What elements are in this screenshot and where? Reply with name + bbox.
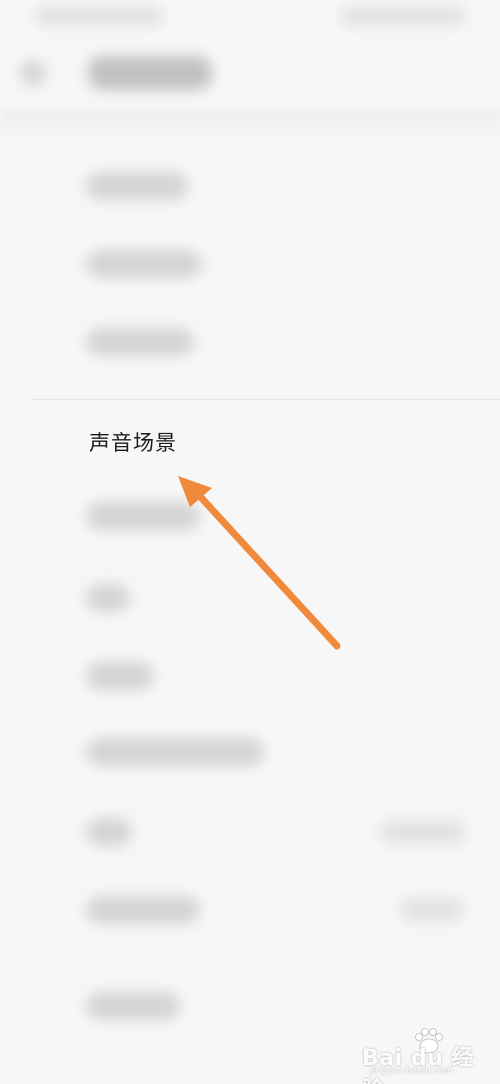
setting-row[interactable] (0, 148, 500, 226)
setting-label-blurred (86, 992, 180, 1020)
setting-label-blurred (86, 502, 200, 530)
setting-value-blurred (380, 820, 466, 844)
page-title-blurred (88, 56, 212, 90)
setting-row[interactable] (0, 480, 500, 558)
watermark: Bai du 经验 jingyan.baidu.com (360, 1028, 496, 1084)
settings-screen: 声音场景 Bai du 经验 jingyan.baidu. (0, 0, 500, 1084)
status-left-blurred (34, 6, 164, 26)
setting-label-blurred (86, 250, 202, 278)
setting-row[interactable] (0, 714, 500, 792)
back-arrow-icon[interactable] (20, 60, 46, 86)
setting-label-blurred (86, 738, 264, 766)
setting-label-blurred (86, 662, 154, 690)
setting-label-blurred (86, 328, 194, 356)
setting-value-blurred (400, 898, 464, 922)
setting-row[interactable] (0, 638, 500, 716)
header (0, 40, 500, 120)
header-shadow (0, 110, 500, 140)
setting-row[interactable] (0, 560, 500, 638)
setting-row[interactable] (0, 304, 500, 382)
setting-label-blurred (86, 172, 188, 200)
setting-row[interactable] (0, 794, 500, 872)
section-divider (32, 399, 500, 400)
setting-row-sound-scene[interactable] (0, 405, 500, 483)
status-right-blurred (340, 6, 465, 26)
setting-label-blurred (86, 584, 130, 612)
watermark-logo-text: Bai du 经验 (362, 1046, 474, 1084)
setting-row[interactable] (0, 872, 500, 950)
setting-row[interactable] (0, 226, 500, 304)
watermark-url: jingyan.baidu.com (370, 1066, 454, 1076)
setting-label-blurred (86, 818, 132, 846)
status-bar (0, 0, 500, 40)
setting-label-sound-scene: 声音场景 (89, 431, 177, 455)
setting-label-blurred (86, 896, 200, 924)
